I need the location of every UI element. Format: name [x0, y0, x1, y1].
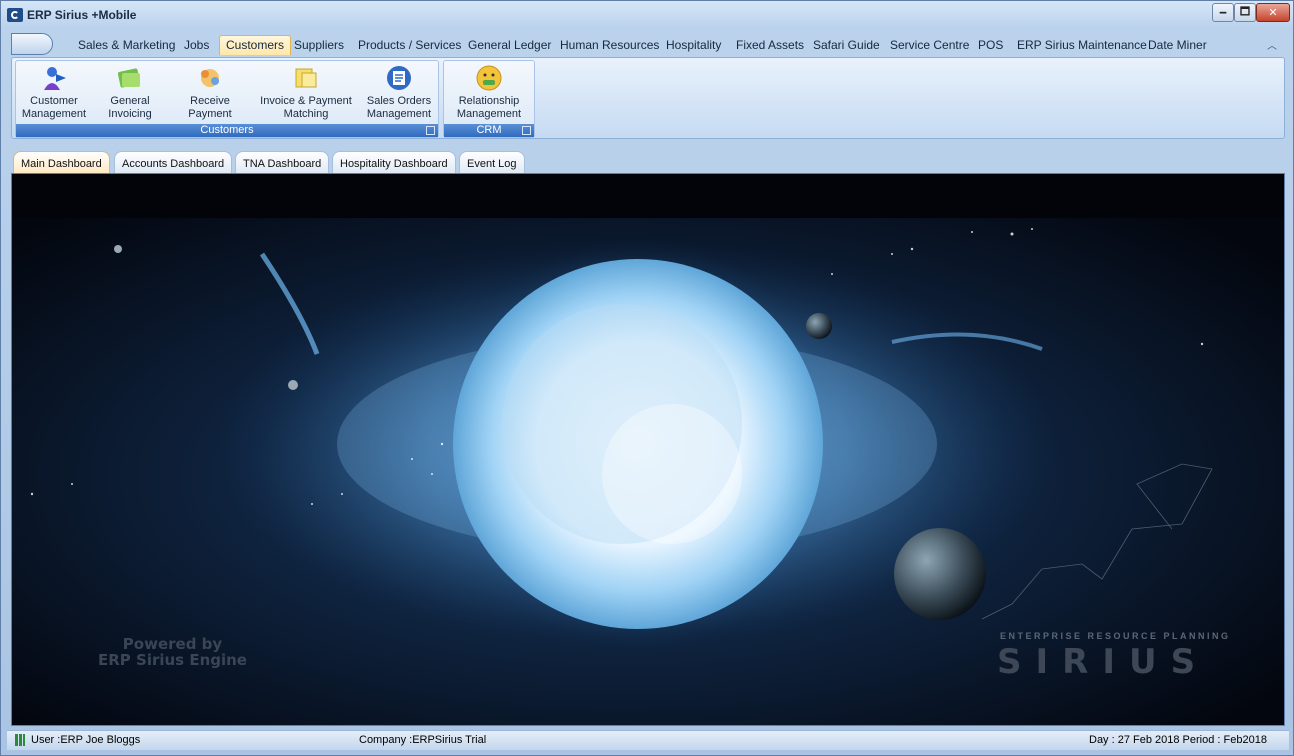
ribbon-collapse-icon[interactable]: ︿ [1267, 37, 1277, 52]
tab-main-dashboard[interactable]: Main Dashboard [13, 151, 110, 173]
customer-management-button[interactable]: Customer Management [18, 64, 90, 124]
tab-tna-dashboard[interactable]: TNA Dashboard [235, 151, 330, 173]
tab-jobs[interactable]: Jobs [178, 35, 215, 55]
database-status-icon [15, 734, 25, 746]
tab-safari-guide[interactable]: Safari Guide [807, 35, 886, 55]
relationship-management-button[interactable]: Relationship Management [448, 64, 530, 124]
brand-logo-text: SIRIUS [997, 642, 1210, 682]
button-label-line2: Management [456, 108, 522, 120]
customers-group: Customer Management General Invoicing Re… [15, 60, 439, 138]
button-label-line1: Invoice & Payment [260, 95, 352, 107]
app-logo-icon[interactable] [7, 8, 23, 22]
crm-group-launcher-icon[interactable] [522, 126, 531, 135]
status-bar: User :ERP Joe Bloggs Company :ERPSirius … [7, 730, 1289, 750]
app-window: ERP Sirius +Mobile 🗕 🗖 ✕ Sales & Marketi… [0, 0, 1294, 756]
customers-group-launcher-icon[interactable] [426, 126, 435, 135]
button-label-line1: Customer [30, 95, 78, 107]
button-label-line2: Matching [283, 108, 329, 120]
tab-erp-sirius-maintenance[interactable]: ERP Sirius Maintenance [1011, 35, 1153, 55]
button-label-line2: Invoicing [108, 108, 152, 120]
dashboard-tab-strip: Main Dashboard Accounts Dashboard TNA Da… [13, 151, 1285, 173]
window-title: ERP Sirius +Mobile [27, 8, 137, 22]
invoice-matching-icon [295, 68, 317, 88]
tab-date-miner[interactable]: Date Miner [1142, 35, 1213, 55]
invoice-payment-matching-button[interactable]: Invoice & Payment Matching [256, 64, 356, 124]
receive-payment-icon [201, 69, 219, 87]
brand-tagline: ENTERPRISE RESOURCE PLANNING [1000, 631, 1231, 641]
status-user: User :ERP Joe Bloggs [31, 734, 141, 746]
relationship-management-icon [476, 65, 502, 91]
ribbon-panel: Customer Management General Invoicing Re… [11, 57, 1285, 139]
button-label-line2: Management [21, 108, 87, 120]
tab-suppliers[interactable]: Suppliers [288, 35, 350, 55]
powered-by-text: Powered by ERP Sirius Engine [98, 636, 247, 668]
customer-management-icon [44, 67, 66, 90]
status-company: Company :ERPSirius Trial [359, 734, 487, 746]
close-button[interactable]: ✕ [1256, 3, 1290, 22]
tab-general-ledger[interactable]: General Ledger [462, 35, 557, 55]
sales-orders-icon [387, 66, 411, 90]
button-label-line2: Payment [188, 108, 232, 120]
main-dashboard-area: Powered by ERP Sirius Engine ENTERPRISE … [11, 173, 1285, 726]
tab-hospitality[interactable]: Hospitality [660, 35, 727, 55]
receive-payment-button[interactable]: Receive Payment [178, 64, 242, 124]
powered-by-line1: Powered by [122, 635, 223, 653]
crm-group: Relationship Management CRM [443, 60, 535, 138]
button-label-line2: Management [366, 108, 432, 120]
title-bar[interactable]: ERP Sirius +Mobile 🗕 🗖 ✕ [1, 1, 1293, 29]
crm-group-caption: CRM [444, 124, 534, 137]
tab-pos[interactable]: POS [972, 35, 1009, 55]
tab-service-centre[interactable]: Service Centre [884, 35, 975, 55]
button-label-line1: Sales Orders [366, 95, 432, 107]
tab-products-services[interactable]: Products / Services [352, 35, 467, 55]
tab-fixed-assets[interactable]: Fixed Assets [730, 35, 810, 55]
ribbon-tab-bar: Sales & Marketing Jobs Customers Supplie… [7, 31, 1289, 57]
tab-event-log[interactable]: Event Log [459, 151, 525, 173]
tab-sales-marketing[interactable]: Sales & Marketing [72, 35, 181, 55]
powered-by-line2: ERP Sirius Engine [98, 651, 247, 669]
maximize-button[interactable]: 🗖 [1234, 3, 1256, 22]
tab-accounts-dashboard[interactable]: Accounts Dashboard [114, 151, 233, 173]
minimize-button[interactable]: 🗕 [1212, 3, 1234, 22]
tab-hospitality-dashboard[interactable]: Hospitality Dashboard [332, 151, 456, 173]
status-day-period: Day : 27 Feb 2018 Period : Feb2018 [1089, 734, 1267, 746]
general-invoicing-icon [117, 68, 141, 88]
general-invoicing-button[interactable]: General Invoicing [98, 64, 162, 124]
button-label-line1: General [110, 95, 150, 107]
application-menu-button[interactable] [11, 33, 53, 55]
sales-orders-management-button[interactable]: Sales Orders Management [362, 64, 436, 124]
button-label-line1: Receive [190, 95, 230, 107]
tab-customers[interactable]: Customers [219, 35, 292, 55]
tab-human-resources[interactable]: Human Resources [554, 35, 665, 55]
button-label-line1: Relationship [458, 95, 520, 107]
customers-group-caption: Customers [16, 124, 438, 137]
